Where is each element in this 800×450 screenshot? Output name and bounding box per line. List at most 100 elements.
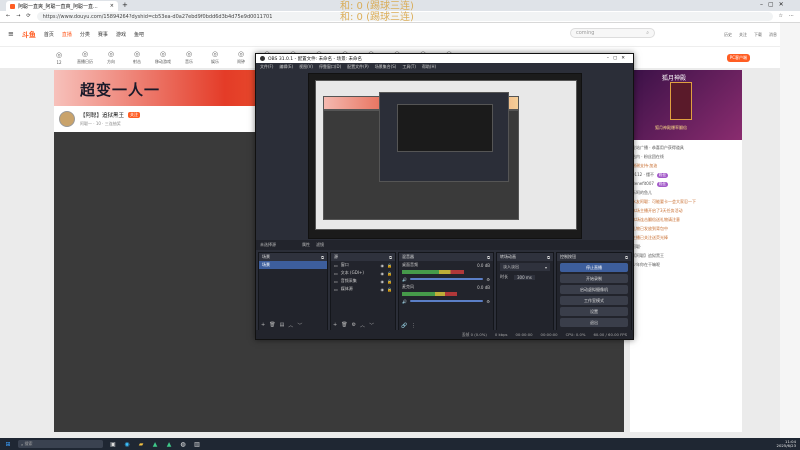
search-icon[interactable]: ⌕ — [646, 30, 649, 36]
browser-tab[interactable]: 阿聪一直爽_阿聪一直爽_阿聪一直... × — [6, 1, 118, 11]
visibility-eye-icon[interactable]: ◉ — [381, 271, 385, 276]
speaker-icon[interactable]: 🔊 — [402, 299, 407, 304]
obs-menu-item[interactable]: 视图(V) — [299, 64, 313, 70]
link-icon[interactable]: 🔗 — [401, 323, 407, 329]
control-button[interactable]: 开始录制 — [560, 274, 628, 283]
follow-icon[interactable]: 关注 — [739, 32, 747, 38]
volume-slider[interactable] — [409, 278, 484, 280]
properties-button[interactable]: 属性 — [302, 242, 310, 248]
obs-menu-item[interactable]: 停靠窗口(D) — [319, 64, 341, 70]
control-button[interactable]: 工作室模式 — [560, 296, 628, 305]
pc-client-button[interactable]: PC客户端 — [726, 53, 750, 62]
task-view-icon[interactable]: ▣ — [109, 440, 117, 448]
menu-icon[interactable]: ≡ — [8, 31, 14, 38]
control-button[interactable]: 启动虚拟摄像机 — [560, 285, 628, 294]
lock-icon[interactable]: 🔒 — [387, 263, 392, 268]
obs-window-controls[interactable]: –▢✕ — [607, 56, 629, 61]
control-button[interactable]: 停止直播 — [560, 263, 628, 272]
obs-menu-item[interactable]: 工具(T) — [402, 64, 416, 70]
nav-live[interactable]: 直播 — [62, 31, 72, 38]
terminal-icon[interactable]: ▥ — [193, 440, 201, 448]
folder-icon[interactable]: ▰ — [137, 440, 145, 448]
category-item[interactable]: ◎ 射击 — [128, 50, 146, 65]
edge-icon[interactable]: ◉ — [123, 440, 131, 448]
obs-taskbar-icon[interactable]: ◍ — [179, 440, 187, 448]
visibility-eye-icon[interactable]: ◉ — [381, 279, 385, 284]
obs-menu-item[interactable]: 文件(F) — [260, 64, 273, 70]
down-icon[interactable]: ﹀ — [369, 322, 374, 329]
obs-menu-item[interactable]: 场景集合(S) — [375, 64, 397, 70]
remove-icon[interactable]: 🗑 — [269, 322, 275, 329]
dock-menu-icon[interactable]: ⧉ — [389, 255, 392, 260]
back-icon[interactable]: ← — [6, 14, 10, 19]
gear-icon[interactable]: ⚙ — [486, 299, 490, 304]
streamer-avatar[interactable] — [59, 111, 75, 127]
new-tab-icon[interactable]: + — [122, 1, 128, 9]
obs-preview[interactable] — [308, 73, 582, 239]
source-item[interactable]: ▭ 媒体源 ◉ 🔒 — [331, 285, 395, 293]
obs-menu-item[interactable]: 帮助(H) — [422, 64, 436, 70]
app-icon-1[interactable]: ▲ — [151, 440, 159, 448]
dock-menu-icon[interactable]: ⧉ — [625, 255, 628, 260]
transition-select[interactable]: 淡入淡出 ▾ — [500, 263, 550, 271]
nav-category[interactable]: 分类 — [80, 31, 90, 38]
category-item[interactable]: ◎ 直播日历 — [76, 50, 94, 65]
category-item[interactable]: ◎ 音乐 — [180, 50, 198, 65]
up-icon[interactable]: ︿ — [288, 322, 293, 329]
dock-menu-icon[interactable]: ⧉ — [321, 255, 324, 260]
category-item[interactable]: ◎ 方向 — [102, 50, 120, 65]
obs-menu-item[interactable]: 配置文件(P) — [347, 64, 369, 70]
forward-icon[interactable]: → — [16, 14, 20, 19]
star-icon[interactable]: ☆ — [779, 14, 783, 19]
category-item[interactable]: ◎ 娱乐 — [206, 50, 224, 65]
lock-icon[interactable]: 🔒 — [387, 287, 392, 292]
nav-events[interactable]: 赛事 — [98, 31, 108, 38]
reload-icon[interactable]: ⟳ — [26, 14, 30, 19]
windows-start-icon[interactable]: ⊞ — [4, 440, 12, 448]
download-icon[interactable]: 下载 — [754, 32, 762, 38]
fan-badge[interactable]: 粉丝 — [657, 173, 668, 178]
site-search-input[interactable]: coming ⌕ — [570, 28, 655, 38]
nav-fishbar[interactable]: 鱼吧 — [134, 31, 144, 38]
control-button[interactable]: 设置 — [560, 307, 628, 316]
promo-card[interactable]: 狐月神殿 狐月神殿爆率翻倍 — [630, 70, 742, 140]
source-item[interactable]: ▭ 窗口 ◉ 🔒 — [331, 261, 395, 269]
fan-badge[interactable]: 粉丝 — [656, 182, 668, 187]
volume-slider[interactable] — [409, 300, 484, 302]
window-controls[interactable]: –▢✕ — [760, 1, 789, 8]
tab-close-icon[interactable]: × — [110, 3, 114, 9]
lock-icon[interactable]: 🔒 — [387, 271, 392, 276]
source-item[interactable]: ▭ 文本 (GDI+) ◉ 🔒 — [331, 269, 395, 277]
volume-slider-row[interactable]: 🔊 ⚙ — [399, 297, 493, 305]
category-item[interactable]: ◎ 12 — [50, 51, 68, 65]
gear-icon[interactable]: ⚙ — [486, 277, 490, 282]
up-icon[interactable]: ︿ — [360, 322, 365, 329]
gear-icon[interactable]: ⚙ — [352, 322, 356, 329]
visibility-eye-icon[interactable]: ◉ — [381, 287, 385, 292]
control-button[interactable]: 退出 — [560, 318, 628, 327]
lock-icon[interactable]: 🔒 — [387, 279, 392, 284]
add-icon[interactable]: + — [261, 322, 265, 329]
nav-games[interactable]: 游戏 — [116, 31, 126, 38]
follow-button[interactable]: 关注 — [128, 112, 141, 118]
taskbar-search[interactable]: ⌕ 搜索 — [18, 440, 103, 448]
more-icon[interactable]: ⋮ — [411, 323, 416, 329]
speaker-icon[interactable]: 🔊 — [402, 277, 407, 282]
dock-menu-icon[interactable]: ⧉ — [487, 255, 490, 260]
category-item[interactable]: ◎ 移动游戏 — [154, 50, 172, 65]
obs-menu-item[interactable]: 编辑(E) — [279, 64, 293, 70]
app-icon-2[interactable]: ▲ — [165, 440, 173, 448]
visibility-eye-icon[interactable]: ◉ — [381, 263, 385, 268]
duration-input[interactable]: 300 ms — [514, 274, 535, 280]
volume-slider-row[interactable]: 🔊 ⚙ — [399, 275, 493, 283]
dock-menu-icon[interactable]: ⧉ — [547, 255, 550, 260]
down-icon[interactable]: ﹀ — [297, 322, 302, 329]
message-icon[interactable]: 消息 — [769, 32, 777, 38]
extensions-icon[interactable]: ⋯ — [789, 14, 794, 19]
source-item[interactable]: ▭ 音频采集 ◉ 🔒 — [331, 277, 395, 285]
nav-home[interactable]: 首页 — [44, 31, 54, 38]
history-icon[interactable]: 历史 — [724, 32, 732, 38]
remove-icon[interactable]: 🗑 — [341, 322, 347, 329]
scene-item[interactable]: 场景 — [259, 261, 327, 269]
category-item[interactable]: ◎ 闹钟 — [232, 50, 250, 65]
